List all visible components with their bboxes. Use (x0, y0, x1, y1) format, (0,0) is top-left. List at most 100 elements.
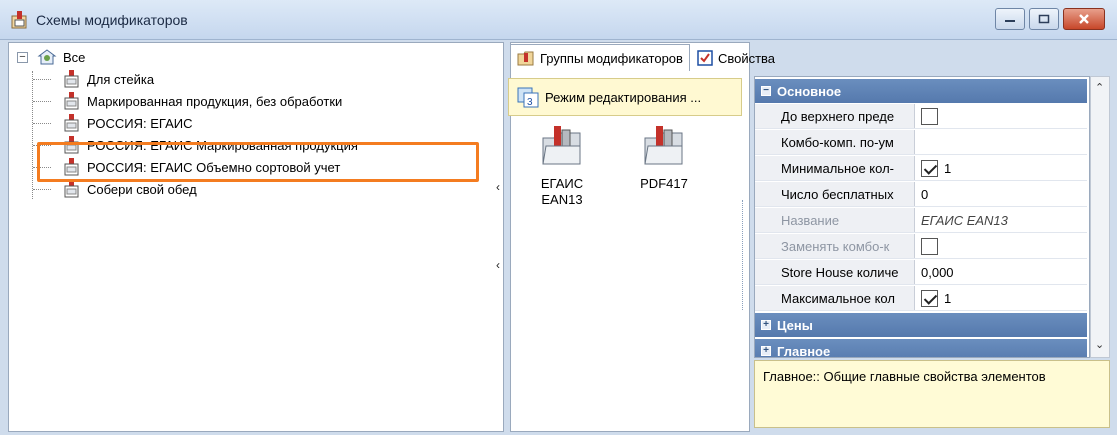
tab-bar: Группы модификаторов Свойства (510, 44, 782, 72)
modifier-schemes-tree[interactable]: − Все Для стейка Маркированная продукция,… (8, 42, 504, 432)
property-value-cell[interactable] (915, 234, 944, 258)
close-button[interactable] (1063, 8, 1105, 30)
property-value-cell[interactable] (915, 130, 921, 154)
tree-connector (32, 71, 33, 199)
category-main[interactable]: + Главное (755, 339, 1087, 358)
tab-label: Свойства (717, 50, 776, 66)
app-bottle-icon (11, 11, 27, 29)
tree-item-label: РОССИЯ: ЕГАИС (87, 115, 193, 131)
expand-icon: + (761, 320, 771, 330)
maximize-button[interactable] (1029, 8, 1059, 30)
category-label: Главное (777, 343, 831, 358)
group-tile-egais-ean13[interactable]: ЕГАИС EAN13 (526, 124, 598, 208)
tree-item[interactable]: Для стейка (63, 69, 154, 89)
property-value-cell[interactable]: 0 (915, 182, 928, 206)
expand-icon: + (761, 346, 771, 356)
tile-label: ЕГАИС (540, 176, 584, 191)
tree-connector (33, 79, 51, 80)
property-row[interactable]: Число бесплатных 0 (755, 182, 1087, 207)
category-basic[interactable]: − Основное (755, 79, 1087, 103)
edit-mode-label: Режим редактирования ... (545, 89, 702, 105)
chevron-left-icon: ‹ (496, 258, 500, 272)
property-row[interactable]: Минимальное кол- 1 (755, 156, 1087, 181)
property-name: Комбо-комп. по-ум (755, 130, 915, 154)
svg-text:3: 3 (527, 97, 533, 108)
window-title: Схемы модификаторов (36, 12, 188, 28)
property-value: 0 (921, 186, 929, 202)
panel-resize-grip[interactable] (742, 200, 750, 310)
property-value-cell[interactable]: ЕГАИС EAN13 (915, 208, 1008, 232)
property-row[interactable]: Заменять комбо-к (755, 234, 1087, 259)
folder-bottle-icon (517, 51, 534, 66)
title-bar: Схемы модификаторов (0, 0, 1117, 40)
property-value-cell[interactable]: 1 (915, 286, 951, 310)
tab-label: Группы модификаторов (540, 50, 683, 66)
house-icon (37, 49, 57, 65)
folder-bottle-icon (644, 126, 683, 165)
bottle-doc-icon (64, 70, 79, 88)
property-row[interactable]: До верхнего преде (755, 104, 1087, 129)
tree-collapse-toggle[interactable]: − (17, 52, 28, 63)
panel-splitter[interactable]: ‹ ‹ (496, 180, 508, 290)
property-checkbox[interactable] (921, 289, 938, 307)
highlight-annotation (37, 142, 479, 182)
property-row[interactable]: Store House количе 0,000 (755, 260, 1087, 285)
property-description: Главное:: Общие главные свойства элемент… (754, 360, 1110, 428)
category-label: Основное (777, 83, 842, 99)
tree-item[interactable]: Маркированная продукция, без обработки (63, 91, 342, 111)
property-name: Максимальное кол (755, 286, 915, 310)
tile-label: EAN13 (541, 192, 583, 207)
tree-item[interactable]: РОССИЯ: ЕГАИС (63, 113, 192, 133)
folder-bottle-icon (542, 126, 581, 165)
minimize-button[interactable] (995, 8, 1025, 30)
property-value-cell[interactable]: 1 (915, 156, 951, 180)
property-checkbox[interactable] (921, 107, 938, 125)
property-value: 1 (944, 160, 952, 176)
tab-modifier-groups[interactable]: Группы модификаторов (510, 44, 690, 71)
property-row[interactable]: Максимальное кол 1 (755, 286, 1087, 311)
tree-item-label: Собери свой обед (87, 181, 197, 197)
group-tile-pdf417[interactable]: PDF417 (628, 124, 700, 192)
bottle-doc-icon (64, 114, 79, 132)
property-value: 0,000 (921, 264, 954, 280)
property-name: До верхнего преде (755, 104, 915, 128)
property-row[interactable]: Комбо-комп. по-ум (755, 130, 1087, 155)
tree-connector (33, 101, 51, 102)
property-row[interactable]: Название ЕГАИС EAN13 (755, 208, 1087, 233)
property-checkbox[interactable] (921, 237, 938, 255)
scroll-down-icon[interactable]: ⌄ (1095, 338, 1104, 351)
minimize-icon (1005, 20, 1015, 22)
close-icon (1079, 14, 1089, 24)
property-scrollbar[interactable]: ⌃ ⌄ (1090, 76, 1110, 358)
tree-item-label: Для стейка (87, 71, 155, 87)
property-name: Store House количе (755, 260, 915, 284)
property-value-cell[interactable]: 0,000 (915, 260, 954, 284)
scroll-up-icon[interactable]: ⌃ (1095, 81, 1104, 94)
property-value-cell[interactable] (915, 104, 944, 128)
tree-connector (33, 123, 51, 124)
bottle-doc-icon (64, 92, 79, 110)
tree-root-all[interactable]: Все (37, 47, 85, 67)
tree-root-label: Все (63, 49, 86, 65)
collapse-icon: − (761, 86, 771, 96)
properties-icon (697, 50, 713, 66)
category-prices[interactable]: + Цены (755, 313, 1087, 337)
chevron-left-icon: ‹ (496, 180, 500, 194)
category-label: Цены (777, 317, 813, 333)
tree-item[interactable]: Собери свой обед (63, 179, 197, 199)
property-name: Название (755, 208, 915, 232)
tree-item-label: Маркированная продукция, без обработки (87, 93, 343, 109)
property-name: Заменять комбо-к (755, 234, 915, 258)
property-checkbox[interactable] (921, 159, 938, 177)
maximize-icon (1038, 14, 1050, 24)
property-name: Минимальное кол- (755, 156, 915, 180)
edit-mode-button[interactable]: 3 Режим редактирования ... (508, 78, 742, 116)
tree-connector (33, 189, 51, 190)
tile-label: PDF417 (640, 176, 688, 191)
tab-properties[interactable]: Свойства (690, 44, 782, 71)
edit-mode-icon: 3 (517, 87, 539, 108)
property-grid: − Основное До верхнего преде Комбо-комп. … (754, 76, 1090, 358)
property-value: ЕГАИС EAN13 (921, 212, 1008, 228)
property-value: 1 (944, 290, 952, 306)
bottle-doc-icon (64, 180, 79, 198)
